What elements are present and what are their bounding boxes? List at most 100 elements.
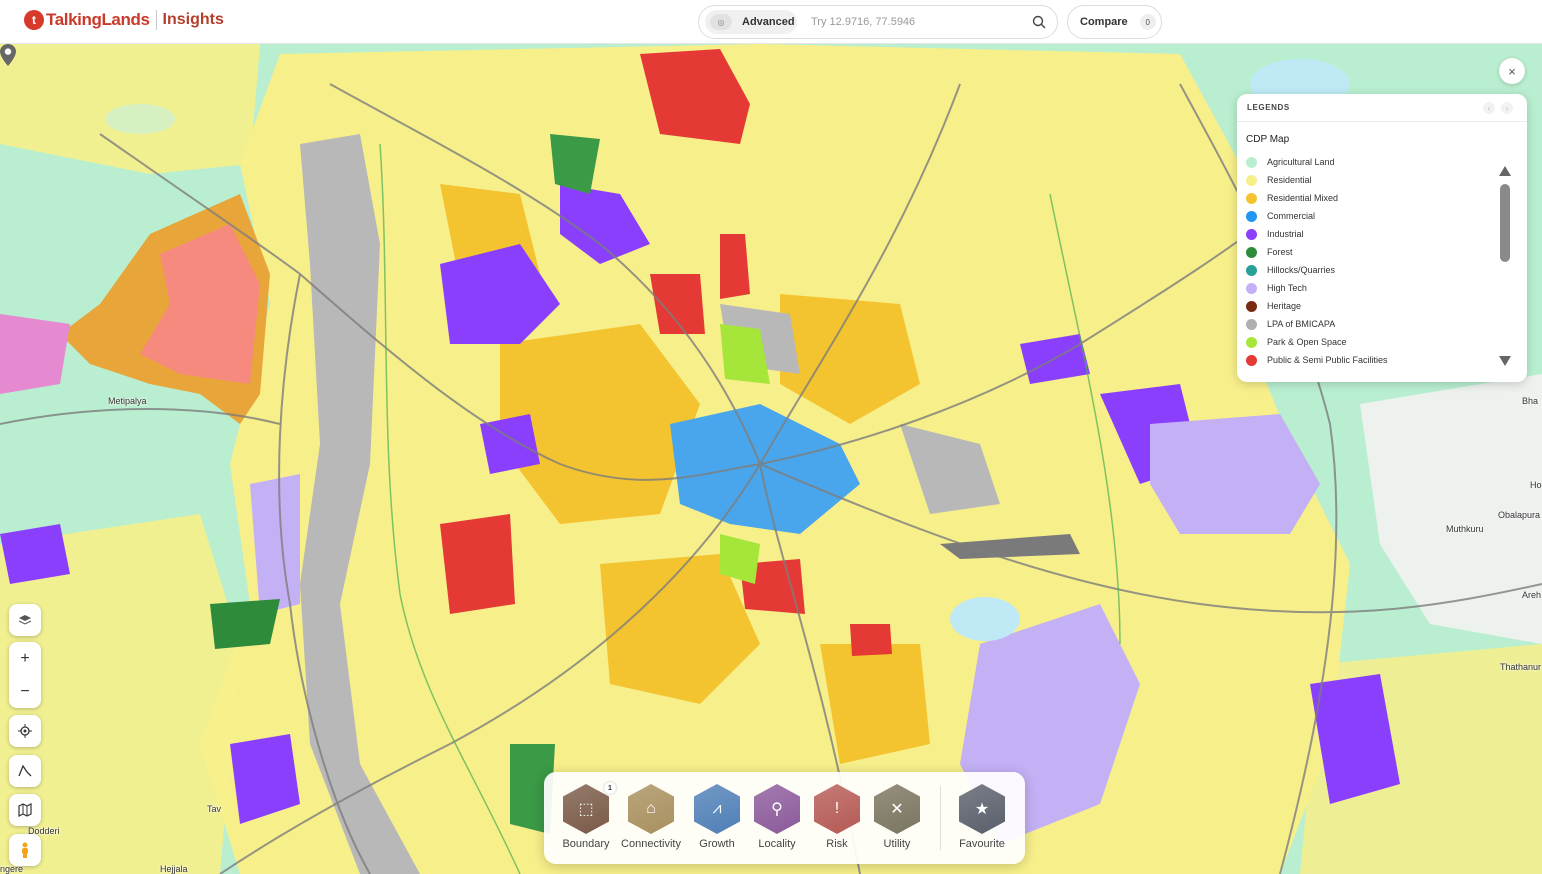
legend-label: Residential [1267,175,1312,185]
legend-label: Park & Open Space [1267,337,1347,347]
legend-title: LEGENDS [1247,103,1290,112]
legend-label: Residential Mixed [1267,193,1339,203]
legend-item: Forest [1237,243,1527,261]
legend-next-button[interactable]: › [1501,102,1513,114]
utility-icon: ✕ [874,784,920,834]
location-pin-icon[interactable] [0,44,16,66]
legend-swatch [1246,156,1257,168]
basemap-button[interactable] [9,794,41,826]
connectivity-tool-button[interactable]: ⌂ Connectivity [619,784,683,850]
legend-item: Commercial [1237,207,1527,225]
legend-label: Forest [1267,247,1293,257]
polygon-measure-icon [18,764,32,777]
compare-button[interactable]: Compare 0 [1067,5,1162,39]
scroll-down-arrow-icon[interactable] [1499,356,1511,366]
locality-icon: ⚲ [754,784,800,834]
locality-label: Locality [758,838,796,850]
scroll-up-arrow-icon[interactable] [1499,166,1511,176]
boundary-label: Boundary [562,838,610,850]
place-label: Thathanur [1500,662,1542,672]
legend-panel: LEGENDS ‹ › CDP Map Agricultural Land Res… [1237,94,1527,382]
connectivity-label: Connectivity [621,838,681,850]
locality-tool-button[interactable]: ⚲ Locality [745,784,809,850]
favourite-tool-button[interactable]: ★ Favourite [950,784,1014,850]
legend-label: Hillocks/Quarries [1267,265,1336,275]
place-label: Bha [1522,396,1539,406]
favourite-icon: ★ [959,784,1005,834]
pegman-icon [22,842,28,858]
place-label: Tav [207,804,222,814]
place-label: Areh [1522,590,1542,600]
legend-item: LPA of BMICAPA [1237,315,1527,333]
legend-list: Agricultural Land Residential Residential … [1237,153,1527,369]
legend-swatch [1246,336,1257,348]
favourite-label: Favourite [959,838,1005,850]
chevron-left-icon: ‹ [1487,103,1491,113]
chevron-right-icon: › [1505,103,1509,113]
legend-prev-button[interactable]: ‹ [1483,102,1495,114]
logo-divider [155,10,157,30]
advanced-toggle[interactable]: ◎ Advanced [705,10,797,34]
legend-swatch [1246,246,1257,258]
layers-icon [18,615,32,625]
place-label: Hejjala [160,864,188,874]
map-icon [18,803,32,817]
locate-me-button[interactable] [9,715,41,747]
measure-button[interactable] [9,755,41,787]
legend-map-title: CDP Map [1246,134,1290,145]
plus-icon: + [20,649,30,667]
layers-button[interactable] [9,604,41,636]
risk-label: Risk [826,838,848,850]
top-header: t TalkingLands Insights ◎ Advanced Compa… [0,0,1542,44]
compare-count-badge: 0 [1139,14,1156,30]
talkinglands-logo-icon: t [24,10,44,30]
legend-item: Residential [1237,171,1527,189]
boundary-count-badge: 1 [604,782,616,794]
search-input[interactable] [811,16,1011,28]
brand-logo[interactable]: t TalkingLands Insights [24,10,224,30]
legend-label: Commercial [1267,211,1316,221]
legend-label: Agricultural Land [1267,157,1335,167]
zoom-in-button[interactable]: + [9,642,41,675]
legend-scrollbar-thumb[interactable] [1500,184,1510,262]
place-label: Muthkuru [1446,524,1484,534]
legend-item: Heritage [1237,297,1527,315]
minus-icon: − [20,682,30,700]
legend-label: LPA of BMICAPA [1267,319,1336,329]
legend-item: Residential Mixed [1237,189,1527,207]
risk-icon: ! [814,784,860,834]
brand-name: TalkingLands [46,10,150,29]
legend-header: LEGENDS ‹ › [1237,94,1527,122]
utility-label: Utility [883,838,911,850]
legend-swatch [1246,210,1257,222]
legend-label: High Tech [1267,283,1307,293]
boundary-icon: ⬚ [563,784,609,834]
legend-item: Hillocks/Quarries [1237,261,1527,279]
growth-tool-button[interactable]: ⩘ Growth [685,784,749,850]
zoom-out-button[interactable]: − [9,675,41,708]
legend-swatch [1246,300,1257,312]
legend-swatch [1246,228,1257,240]
street-view-button[interactable] [9,834,41,866]
place-label: Metipalya [108,396,147,406]
product-name: Insights [162,11,224,28]
insights-toolbar: ⬚ 1 Boundary ⌂ Connectivity ⩘ Growth ⚲ Locality!… [544,772,1025,864]
legend-label: Heritage [1267,301,1302,311]
legend-item: Agricultural Land [1237,153,1527,171]
utility-tool-button[interactable]: ✕ Utility [865,784,929,850]
legend-label: Industrial [1267,229,1304,239]
close-panel-button[interactable]: × [1499,58,1525,84]
legend-label: Public & Semi Public Facilities [1267,355,1388,365]
advanced-label: Advanced [742,16,795,28]
risk-tool-button[interactable]: ! Risk [805,784,869,850]
boundary-tool-button[interactable]: ⬚ 1 Boundary [554,782,618,850]
legend-item: High Tech [1237,279,1527,297]
search-icon[interactable] [1031,14,1047,30]
zoom-controls: + − [9,642,41,708]
legend-swatch [1246,264,1257,276]
place-label: Obalapura [1498,510,1541,520]
legend-item: Industrial [1237,225,1527,243]
legend-item: Park & Open Space [1237,333,1527,351]
connectivity-icon: ⌂ [628,784,674,834]
growth-label: Growth [699,838,735,850]
